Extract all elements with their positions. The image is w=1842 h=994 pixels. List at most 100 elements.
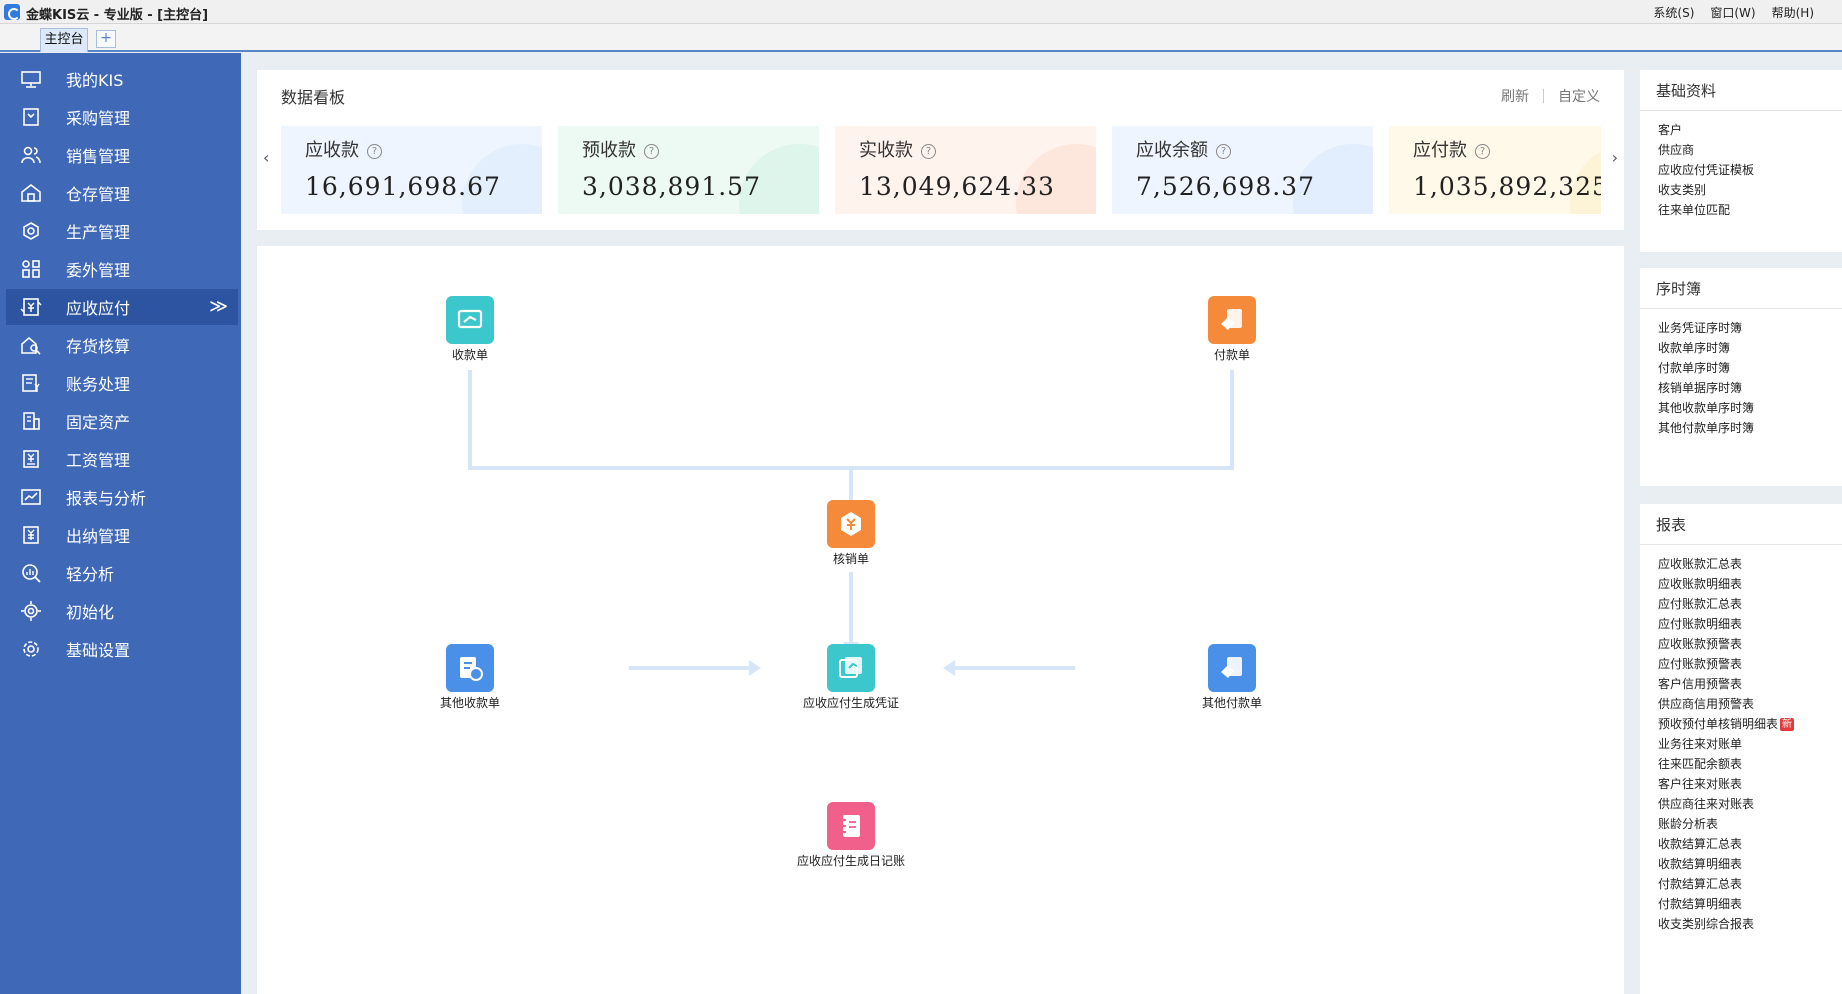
- magnifier-chart-icon: [20, 563, 42, 583]
- flow-node-other-payment[interactable]: 其他付款单: [1172, 644, 1292, 711]
- reports-list-item[interactable]: 收款结算明细表: [1658, 854, 1794, 874]
- menu-window[interactable]: 窗口(W): [1710, 4, 1755, 21]
- flow-node-receipt[interactable]: 收款单: [410, 296, 530, 363]
- sidebar-item-label: 账务处理: [66, 375, 131, 394]
- flow-node-label: 收款单: [451, 348, 488, 362]
- prev-arrow-icon[interactable]: ‹: [263, 148, 269, 167]
- sequence-list-item[interactable]: 收款单序时簿: [1658, 338, 1754, 358]
- other-receipt-icon: [446, 644, 494, 692]
- reports-list-item[interactable]: 应付账款预警表: [1658, 654, 1794, 674]
- kpi-value: 7,526,698.37: [1136, 172, 1315, 201]
- kpi-label: 应收款?: [305, 136, 382, 162]
- menu-help[interactable]: 帮助(H): [1772, 4, 1814, 21]
- reports-list-item[interactable]: 供应商信用预警表: [1658, 694, 1794, 714]
- reports-list-item[interactable]: 收支类别综合报表: [1658, 914, 1794, 934]
- kpi-label: 应付款?: [1413, 136, 1490, 162]
- other-payment-icon: [1208, 644, 1256, 692]
- sidebar-item-0[interactable]: 我的KIS: [6, 61, 238, 97]
- reports-list-item[interactable]: 客户往来对账表: [1658, 774, 1794, 794]
- sequence-list-item[interactable]: 其他收款单序时簿: [1658, 398, 1754, 418]
- sidebar-item-11[interactable]: 报表与分析: [6, 479, 238, 515]
- sidebar-item-5[interactable]: 委外管理: [6, 251, 238, 287]
- reports-list-item[interactable]: 应收账款预警表: [1658, 634, 1794, 654]
- basic-list-item[interactable]: 客户: [1658, 120, 1754, 140]
- flow-node-voucher[interactable]: 应收应付生成凭证: [791, 644, 911, 711]
- sidebar-item-7[interactable]: 存货核算: [6, 327, 238, 363]
- sequence-list-item[interactable]: 付款单序时簿: [1658, 358, 1754, 378]
- reports-list-item[interactable]: 供应商往来对账表: [1658, 794, 1794, 814]
- sidebar-item-4[interactable]: 生产管理: [6, 213, 238, 249]
- kpi-card[interactable]: 应收款? 16,691,698.67: [281, 126, 542, 214]
- target-icon: [20, 601, 42, 621]
- basic-data-panel: 基础资料 客户 供应商 应收应付凭证模板 收支类别 往来单位匹配: [1640, 70, 1842, 252]
- add-tab-button[interactable]: +: [96, 30, 116, 48]
- building-icon: [20, 411, 42, 431]
- kpi-card[interactable]: 预收款? 3,038,891.57: [558, 126, 819, 214]
- sidebar-item-3[interactable]: 仓存管理: [6, 175, 238, 211]
- sidebar-item-14[interactable]: 初始化: [6, 593, 238, 629]
- sidebar-item-8[interactable]: 账务处理: [6, 365, 238, 401]
- flow-node-label: 付款单: [1213, 348, 1250, 362]
- sidebar-item-15[interactable]: 基础设置: [6, 631, 238, 667]
- reports-list-item[interactable]: 业务往来对账单: [1658, 734, 1794, 754]
- app-logo-icon: [4, 4, 20, 20]
- sequence-list-item[interactable]: 核销单据序时簿: [1658, 378, 1754, 398]
- reports-list-item[interactable]: 应付账款汇总表: [1658, 594, 1794, 614]
- yen-badge-icon: [827, 500, 875, 548]
- reports-list-item[interactable]: 应付账款明细表: [1658, 614, 1794, 634]
- reports-list-item[interactable]: 应收账款汇总表: [1658, 554, 1794, 574]
- basic-list-item[interactable]: 往来单位匹配: [1658, 200, 1754, 220]
- ledger-icon: [20, 373, 42, 393]
- flow-node-payment[interactable]: 付款单: [1172, 296, 1292, 363]
- yen-exchange-icon: [20, 297, 42, 317]
- sidebar-item-13[interactable]: 轻分析: [6, 555, 238, 591]
- help-icon[interactable]: ?: [1475, 144, 1490, 159]
- sidebar-item-9[interactable]: 固定资产: [6, 403, 238, 439]
- dashboard-title: 数据看板: [281, 88, 346, 107]
- sidebar: 我的KIS 采购管理 销售管理 仓存管理 生产管理 委外管理 应收应付 ≫ 存货核算账务处理固定…: [0, 53, 241, 994]
- reports-list-item[interactable]: 收款结算汇总表: [1658, 834, 1794, 854]
- gear-icon: [20, 221, 42, 241]
- reports-list-item[interactable]: 客户信用预警表: [1658, 674, 1794, 694]
- flow-node-journal[interactable]: 应收应付生成日记账: [791, 802, 911, 869]
- reports-list-item[interactable]: 往来匹配余额表: [1658, 754, 1794, 774]
- basic-list-item[interactable]: 供应商: [1658, 140, 1754, 160]
- people-icon: [20, 145, 42, 165]
- help-icon[interactable]: ?: [921, 144, 936, 159]
- kpi-card[interactable]: 实收款? 13,049,624.33: [835, 126, 1096, 214]
- sidebar-item-2[interactable]: 销售管理: [6, 137, 238, 173]
- kpi-card[interactable]: 应付款? 1,035,892,325: [1389, 126, 1601, 214]
- reports-list-item[interactable]: 付款结算明细表: [1658, 894, 1794, 914]
- basic-list-item[interactable]: 应收应付凭证模板: [1658, 160, 1754, 180]
- flow-node-label: 核销单: [832, 552, 869, 566]
- flow-node-other-receipt[interactable]: 其他收款单: [410, 644, 530, 711]
- sidebar-item-12[interactable]: 出纳管理: [6, 517, 238, 553]
- next-arrow-icon[interactable]: ›: [1612, 148, 1618, 167]
- sidebar-item-6[interactable]: 应收应付 ≫: [6, 289, 238, 325]
- sequence-list-item[interactable]: 业务凭证序时簿: [1658, 318, 1754, 338]
- customize-button[interactable]: 自定义: [1558, 86, 1600, 106]
- help-icon[interactable]: ?: [644, 144, 659, 159]
- help-icon[interactable]: ?: [367, 144, 382, 159]
- data-dashboard-panel: 数据看板 刷新 自定义 ‹ › 应收款? 16,691,698.67 预收款? 3,0…: [257, 70, 1624, 230]
- reports-list-item[interactable]: 预收预付单核销明细表新: [1658, 714, 1795, 734]
- receipt-icon: [446, 296, 494, 344]
- basic-list-item[interactable]: 收支类别: [1658, 180, 1754, 200]
- sequence-book-list: 业务凭证序时簿 收款单序时簿 付款单序时簿 核销单据序时簿 其他收款单序时簿 其他付款单序…: [1658, 318, 1754, 438]
- kpi-card[interactable]: 应收余额? 7,526,698.37: [1112, 126, 1373, 214]
- cart-icon: [20, 107, 42, 127]
- menu-system[interactable]: 系统(S): [1653, 4, 1694, 21]
- refresh-button[interactable]: 刷新: [1501, 86, 1529, 106]
- tab-main-console[interactable]: 主控台: [40, 28, 88, 52]
- flow-node-writeoff[interactable]: 核销单: [791, 500, 911, 567]
- sidebar-item-1[interactable]: 采购管理: [6, 99, 238, 135]
- reports-list-item[interactable]: 付款结算汇总表: [1658, 874, 1794, 894]
- basic-data-list: 客户 供应商 应收应付凭证模板 收支类别 往来单位匹配: [1658, 120, 1754, 220]
- sidebar-item-label: 工资管理: [66, 451, 131, 470]
- sidebar-item-10[interactable]: 工资管理: [6, 441, 238, 477]
- dashboard-actions: 刷新 自定义: [1501, 86, 1600, 106]
- reports-list-item[interactable]: 应收账款明细表: [1658, 574, 1794, 594]
- sequence-list-item[interactable]: 其他付款单序时簿: [1658, 418, 1754, 438]
- help-icon[interactable]: ?: [1216, 144, 1231, 159]
- reports-list-item[interactable]: 账龄分析表: [1658, 814, 1794, 834]
